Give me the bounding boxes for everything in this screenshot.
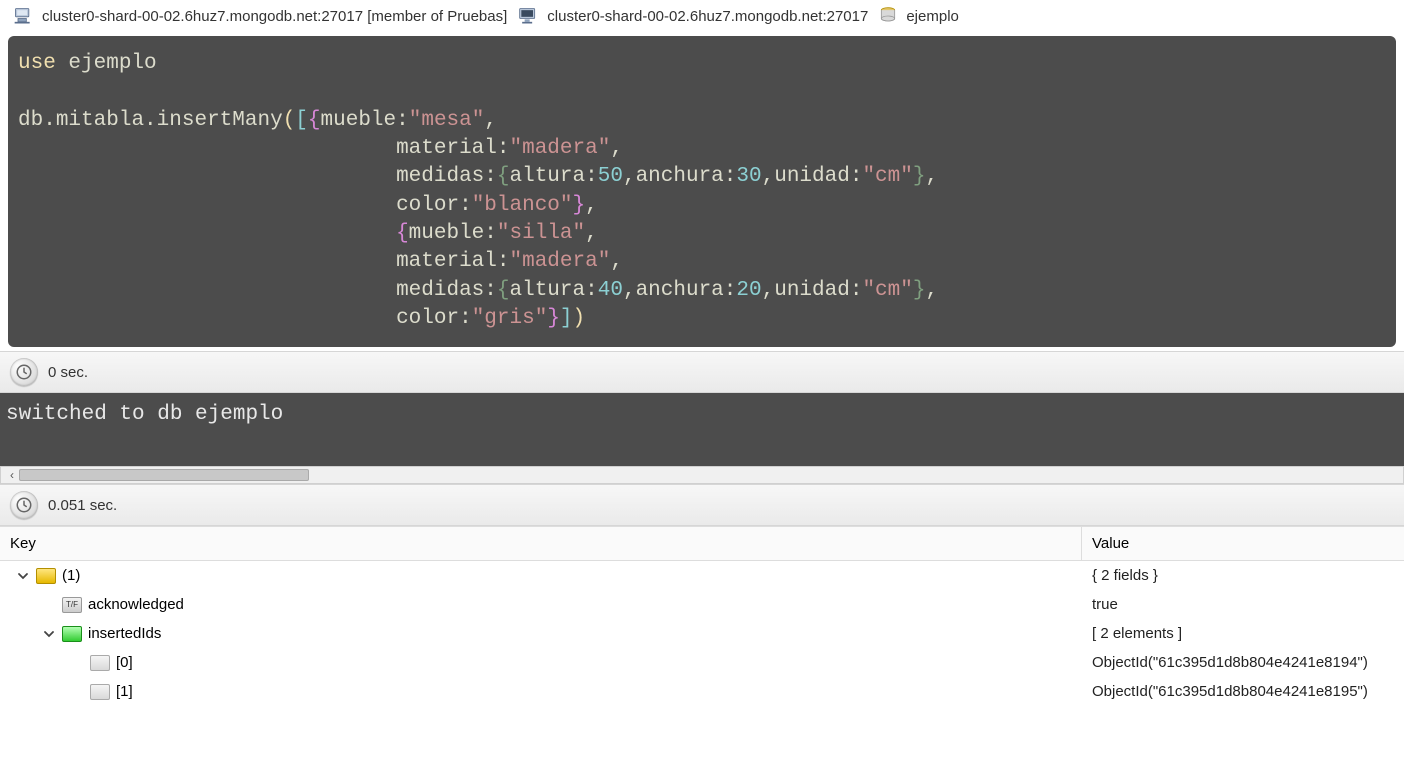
chevron-down-icon[interactable]: [42, 627, 56, 641]
obj-type-icon: [36, 568, 56, 584]
result-key: (1): [62, 567, 80, 584]
arr-type-icon: [62, 626, 82, 642]
result-key: acknowledged: [88, 596, 184, 613]
timing-2-value: 0.051 sec.: [48, 497, 117, 514]
timing-1-value: 0 sec.: [48, 364, 88, 381]
monitor-icon: [517, 6, 539, 26]
clock-icon: [10, 491, 38, 519]
breadcrumb-database-label: ejemplo: [906, 8, 959, 25]
clock-icon: [10, 358, 38, 386]
result-row[interactable]: [1] ObjectId("61c395d1d8b804e4241e8195"): [0, 677, 1404, 706]
results-column-key[interactable]: Key: [0, 527, 1082, 560]
result-value: ObjectId("61c395d1d8b804e4241e8195"): [1082, 681, 1404, 702]
breadcrumb: cluster0-shard-00-02.6huz7.mongodb.net:2…: [0, 0, 1404, 32]
breadcrumb-host[interactable]: cluster0-shard-00-02.6huz7.mongodb.net:2…: [517, 6, 868, 26]
console-output: switched to db ejemplo: [0, 393, 1404, 466]
breadcrumb-host-context-label: cluster0-shard-00-02.6huz7.mongodb.net:2…: [42, 8, 507, 25]
breadcrumb-host-label: cluster0-shard-00-02.6huz7.mongodb.net:2…: [547, 8, 868, 25]
chevron-down-icon[interactable]: [16, 569, 30, 583]
bool-type-icon: T/F: [62, 597, 82, 613]
results-header: Key Value: [0, 527, 1404, 561]
results-panel: Key Value (1) { 2 fields } T/F acknowledged…: [0, 526, 1404, 706]
breadcrumb-database[interactable]: ejemplo: [878, 6, 959, 26]
result-key: [0]: [116, 654, 133, 671]
result-value: [ 2 elements ]: [1082, 623, 1404, 644]
database-icon: [878, 6, 898, 26]
results-body: (1) { 2 fields } T/F acknowledged true insert…: [0, 561, 1404, 706]
server-icon: [12, 6, 34, 26]
result-row[interactable]: (1) { 2 fields }: [0, 561, 1404, 590]
result-value: ObjectId("61c395d1d8b804e4241e8194"): [1082, 652, 1404, 673]
console-output-text: switched to db ejemplo: [6, 403, 283, 426]
result-value: { 2 fields }: [1082, 565, 1404, 586]
result-key: [1]: [116, 683, 133, 700]
horizontal-scrollbar[interactable]: ‹: [0, 466, 1404, 484]
timing-bar-1: 0 sec.: [0, 351, 1404, 393]
timing-bar-2: 0.051 sec.: [0, 484, 1404, 526]
scroll-left-icon[interactable]: ‹: [5, 468, 19, 482]
result-value: true: [1082, 594, 1404, 615]
result-row[interactable]: insertedIds [ 2 elements ]: [0, 619, 1404, 648]
oid-type-icon: [90, 655, 110, 671]
result-row[interactable]: [0] ObjectId("61c395d1d8b804e4241e8194"): [0, 648, 1404, 677]
breadcrumb-host-context[interactable]: cluster0-shard-00-02.6huz7.mongodb.net:2…: [12, 6, 507, 26]
results-column-value[interactable]: Value: [1082, 527, 1404, 560]
result-row[interactable]: T/F acknowledged true: [0, 590, 1404, 619]
oid-type-icon: [90, 684, 110, 700]
scroll-thumb[interactable]: [19, 469, 309, 481]
result-key: insertedIds: [88, 625, 161, 642]
query-editor[interactable]: use ejemplo db.mitabla.insertMany([{mueb…: [8, 36, 1396, 347]
